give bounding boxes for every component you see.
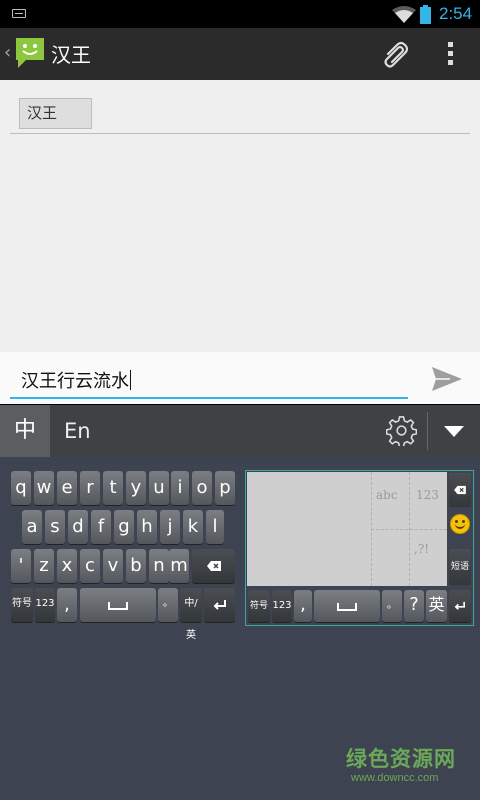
- key-k[interactable]: k: [183, 510, 203, 544]
- recipient-underline: [10, 133, 470, 134]
- key-n[interactable]: n: [149, 549, 169, 583]
- back-caret-icon[interactable]: ‹: [4, 42, 11, 63]
- hw-backspace-key[interactable]: [449, 473, 471, 507]
- backspace-icon: [454, 485, 466, 495]
- key-f[interactable]: f: [91, 510, 111, 544]
- key-c[interactable]: c: [80, 549, 100, 583]
- key-r[interactable]: r: [80, 471, 100, 505]
- hw-number-key[interactable]: 123: [272, 590, 292, 622]
- language-switch-key[interactable]: 中/英: [180, 588, 202, 641]
- hw-question-key[interactable]: ?: [404, 590, 424, 622]
- key-q[interactable]: q: [11, 471, 31, 505]
- key-apostrophe[interactable]: ': [11, 549, 31, 583]
- watermark: 绿色资源网: [346, 747, 456, 771]
- punctuation-label: ,?!: [414, 542, 430, 556]
- symbols-key[interactable]: 符号: [11, 588, 33, 622]
- key-w[interactable]: w: [34, 471, 54, 505]
- key-e[interactable]: e: [57, 471, 77, 505]
- collapse-icon[interactable]: [444, 426, 464, 437]
- toolbar-divider: [427, 412, 428, 450]
- key-x[interactable]: x: [57, 549, 77, 583]
- action-bar: ‹ 汉王: [0, 28, 480, 80]
- pad-divider: [371, 529, 447, 530]
- key-h[interactable]: h: [137, 510, 157, 544]
- key-t[interactable]: t: [103, 471, 123, 505]
- key-s[interactable]: s: [45, 510, 65, 544]
- space-key[interactable]: [80, 588, 156, 622]
- hw-comma-key[interactable]: ,: [294, 590, 312, 622]
- recipient-chip[interactable]: 汉王: [19, 98, 92, 129]
- overflow-menu-icon[interactable]: [447, 42, 455, 68]
- clock: 2:54: [439, 4, 473, 23]
- messaging-app-icon[interactable]: [14, 36, 46, 70]
- tab-chinese[interactable]: 中: [0, 405, 50, 457]
- wifi-icon: [392, 6, 416, 23]
- message-input[interactable]: 汉王行云流水: [21, 367, 131, 393]
- key-m[interactable]: m: [169, 549, 189, 583]
- contact-title: 汉王: [51, 43, 91, 67]
- abc-label: abc: [376, 488, 398, 502]
- key-y[interactable]: y: [126, 471, 146, 505]
- key-l[interactable]: l: [206, 510, 224, 544]
- hw-symbols-key[interactable]: 符号: [248, 590, 270, 622]
- key-b[interactable]: b: [126, 549, 146, 583]
- enter-icon: [454, 601, 465, 610]
- message-text: 汉王行云流水: [21, 371, 129, 392]
- space-icon: [337, 603, 357, 611]
- key-z[interactable]: z: [34, 549, 54, 583]
- compose-bar: 汉王行云流水: [0, 352, 480, 404]
- keyboard-notification-icon: [12, 9, 26, 18]
- hw-enter-key[interactable]: [449, 590, 471, 622]
- key-o[interactable]: o: [192, 471, 212, 505]
- emoji-icon[interactable]: [450, 514, 470, 534]
- number-label: 123: [416, 488, 439, 502]
- comma-key[interactable]: ,: [57, 588, 77, 622]
- handwriting-pad[interactable]: abc 123 ,?!: [247, 472, 447, 586]
- period-key[interactable]: 。: [158, 588, 178, 622]
- input-underline: [10, 397, 408, 399]
- battery-icon: [420, 5, 431, 24]
- watermark-url: www.downcc.com: [351, 772, 439, 784]
- backspace-key[interactable]: [192, 549, 235, 583]
- enter-key[interactable]: [204, 588, 235, 622]
- text-cursor: [130, 370, 131, 390]
- status-bar: 2:54: [0, 0, 480, 28]
- key-g[interactable]: g: [114, 510, 134, 544]
- ime-toolbar: 中 En: [0, 405, 480, 457]
- key-i[interactable]: i: [171, 471, 189, 505]
- key-d[interactable]: d: [68, 510, 88, 544]
- hw-language-key[interactable]: 英: [426, 590, 447, 622]
- send-icon[interactable]: [430, 365, 464, 393]
- key-v[interactable]: v: [103, 549, 123, 583]
- tab-english[interactable]: En: [64, 405, 91, 457]
- enter-icon: [213, 600, 226, 610]
- handwriting-panel: abc 123 ,?! 短语 符号 123 , 。 ? 英: [245, 470, 474, 626]
- paperclip-icon[interactable]: [381, 40, 409, 68]
- message-area: 汉王: [0, 80, 480, 352]
- key-a[interactable]: a: [22, 510, 42, 544]
- space-icon: [108, 602, 128, 610]
- key-j[interactable]: j: [160, 510, 180, 544]
- gear-icon[interactable]: [386, 415, 417, 446]
- key-p[interactable]: p: [215, 471, 235, 505]
- hw-period-key[interactable]: 。: [382, 590, 402, 622]
- number-key[interactable]: 123: [35, 588, 55, 622]
- hw-space-key[interactable]: [314, 590, 380, 622]
- key-u[interactable]: u: [149, 471, 169, 505]
- backspace-icon: [206, 561, 221, 571]
- phrase-key[interactable]: 短语: [449, 549, 471, 585]
